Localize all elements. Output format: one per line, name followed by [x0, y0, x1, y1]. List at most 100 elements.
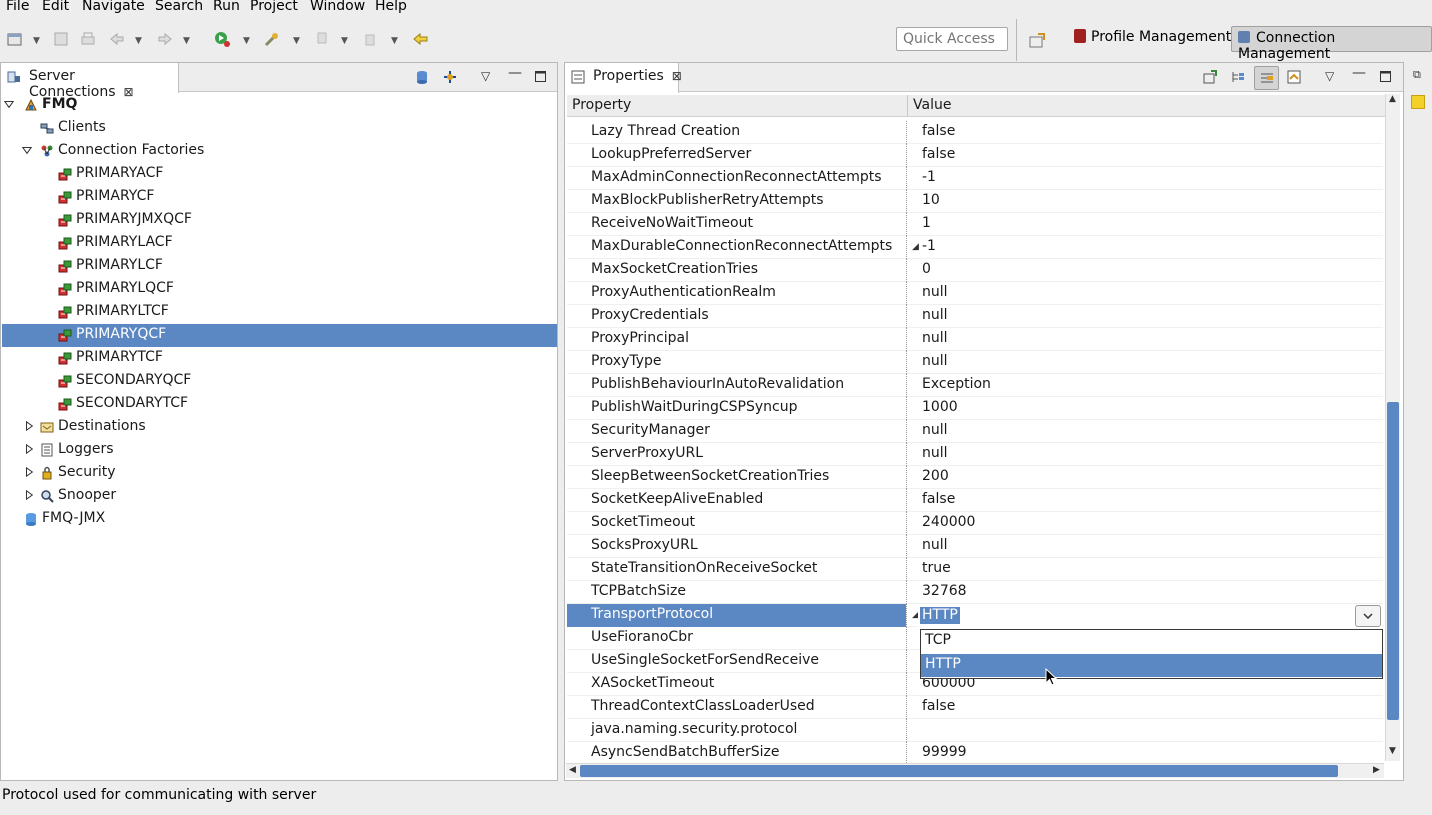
collapsed-twistie-icon[interactable] [24, 420, 34, 432]
database-icon[interactable] [414, 69, 430, 85]
scroll-up-icon[interactable]: ▲ [1386, 94, 1399, 104]
pin-icon[interactable] [1202, 69, 1218, 85]
maximize-icon[interactable] [535, 71, 546, 82]
tree-item[interactable]: Security [2, 462, 557, 485]
property-value[interactable]: false [922, 491, 955, 507]
view-menu-icon[interactable]: ▽ [481, 69, 490, 83]
menu-run[interactable]: Run [213, 0, 240, 14]
scrollbar-thumb[interactable] [1387, 402, 1399, 720]
scroll-down-icon[interactable]: ▼ [1386, 746, 1399, 756]
tree-item[interactable]: PRIMARYLACF [2, 232, 557, 255]
property-value[interactable]: 10 [922, 192, 940, 208]
view-menu-icon[interactable]: ▽ [1325, 69, 1334, 83]
new-wizard-icon[interactable] [6, 30, 24, 48]
property-row[interactable]: PublishWaitDuringCSPSyncup 1000 [567, 397, 1383, 420]
property-value[interactable]: -1 [922, 238, 936, 254]
property-value[interactable]: null [922, 445, 948, 461]
restore-icon[interactable]: ⧉ [1413, 68, 1421, 82]
menu-window[interactable]: Window [310, 0, 365, 14]
property-row[interactable]: ProxyType null [567, 351, 1383, 374]
property-row[interactable]: StateTransitionOnReceiveSocket true [567, 558, 1383, 581]
property-row[interactable]: ReceiveNoWaitTimeout 1 [567, 213, 1383, 236]
open-perspective-icon[interactable] [1028, 32, 1046, 50]
tree-item[interactable]: PRIMARYJMXQCF [2, 209, 557, 232]
property-row[interactable]: SleepBetweenSocketCreationTries 200 [567, 466, 1383, 489]
property-row[interactable]: SecurityManager null [567, 420, 1383, 443]
tree-item[interactable]: Snooper [2, 485, 557, 508]
property-row[interactable]: ServerProxyURL null [567, 443, 1383, 466]
close-icon[interactable]: ⊠ [672, 69, 682, 83]
property-row[interactable]: Lazy Thread Creation false [567, 121, 1383, 144]
property-row[interactable]: ThreadContextClassLoaderUsed false [567, 696, 1383, 719]
tree-item[interactable]: Clients [2, 117, 557, 140]
tree-item[interactable]: PRIMARYQCF [2, 324, 557, 347]
property-row[interactable]: MaxBlockPublisherRetryAttempts 10 [567, 190, 1383, 213]
combo-option-tcp[interactable]: TCP [921, 630, 1382, 653]
column-divider[interactable] [907, 95, 908, 117]
property-row[interactable]: ProxyCredentials null [567, 305, 1383, 328]
menu-file[interactable]: File [6, 0, 29, 14]
property-row[interactable]: PublishBehaviourInAutoRevalidation Except… [567, 374, 1383, 397]
show-categories-icon[interactable] [1230, 69, 1246, 85]
property-value[interactable]: false [922, 123, 955, 139]
minimize-icon[interactable]: — [508, 65, 522, 81]
chevron-down-icon[interactable] [1355, 605, 1381, 627]
collapsed-twistie-icon[interactable] [24, 489, 34, 501]
property-row[interactable]: SocketKeepAliveEnabled false [567, 489, 1383, 512]
property-value[interactable]: 99999 [922, 744, 967, 760]
property-value[interactable]: true [922, 560, 951, 576]
column-header-value[interactable]: Value [913, 97, 951, 113]
horizontal-scrollbar[interactable]: ◀ ▶ [566, 763, 1384, 778]
property-value[interactable]: 200 [922, 468, 949, 484]
tree-item[interactable]: FMQ [2, 94, 557, 117]
maximize-icon[interactable] [1380, 71, 1391, 82]
property-row[interactable]: SocketTimeout 240000 [567, 512, 1383, 535]
tree-item[interactable]: PRIMARYCF [2, 186, 557, 209]
tree-item[interactable]: SECONDARYQCF [2, 370, 557, 393]
property-value[interactable]: null [922, 307, 948, 323]
property-value[interactable]: null [922, 422, 948, 438]
perspective-connection-management[interactable]: Connection Management [1231, 26, 1432, 62]
property-row[interactable]: SocksProxyURL null [567, 535, 1383, 558]
chevron-down-icon[interactable]: ▼ [243, 36, 250, 46]
property-value[interactable]: 1000 [922, 399, 958, 415]
tree-item[interactable]: PRIMARYLCF [2, 255, 557, 278]
tree-item[interactable]: PRIMARYLTCF [2, 301, 557, 324]
scroll-left-icon[interactable]: ◀ [566, 765, 579, 775]
run-icon[interactable] [213, 30, 231, 48]
notes-icon[interactable] [1411, 95, 1425, 109]
tree-item[interactable]: Loggers [2, 439, 557, 462]
property-value[interactable]: null [922, 353, 948, 369]
vertical-scrollbar[interactable]: ▲ ▼ [1385, 94, 1400, 761]
tree-item[interactable]: PRIMARYTCF [2, 347, 557, 370]
menu-help[interactable]: Help [375, 0, 407, 14]
property-row[interactable]: AsyncSendBatchBufferSize 99999 [567, 742, 1383, 765]
connect-icon[interactable] [442, 69, 458, 85]
combo-option-http[interactable]: HTTP [921, 654, 1382, 677]
property-value[interactable]: -1 [922, 169, 936, 185]
property-value[interactable]: null [922, 284, 948, 300]
tools-icon[interactable] [263, 30, 281, 48]
perspective-profile-management[interactable]: Profile Management [1068, 26, 1237, 52]
tree-item[interactable]: Connection Factories [2, 140, 557, 163]
last-edit-icon[interactable] [412, 30, 430, 48]
chevron-down-icon[interactable]: ▼ [33, 36, 40, 46]
tree-item[interactable]: FMQ-JMX [2, 508, 557, 531]
property-row[interactable]: TCPBatchSize 32768 [567, 581, 1383, 604]
tree-item[interactable]: PRIMARYACF [2, 163, 557, 186]
tab-properties[interactable]: Properties ⊠ [565, 63, 682, 93]
minimize-icon[interactable]: — [1352, 65, 1366, 81]
column-header-property[interactable]: Property [572, 97, 631, 113]
property-row[interactable]: java.naming.security.protocol [567, 719, 1383, 742]
tab-server-connections[interactable]: Server Connections ⊠ [1, 63, 179, 100]
menu-search[interactable]: Search [155, 0, 203, 14]
property-value[interactable]: null [922, 330, 948, 346]
property-value[interactable]: 1 [922, 215, 931, 231]
collapsed-twistie-icon[interactable] [24, 443, 34, 455]
property-value[interactable]: false [922, 698, 955, 714]
property-row[interactable]: MaxDurableConnectionReconnectAttempts ◢ -1 [567, 236, 1383, 259]
show-advanced-button[interactable] [1254, 66, 1279, 90]
expanded-twistie-icon[interactable] [22, 144, 32, 156]
property-row[interactable]: MaxAdminConnectionReconnectAttempts -1 [567, 167, 1383, 190]
property-value[interactable]: false [922, 146, 955, 162]
